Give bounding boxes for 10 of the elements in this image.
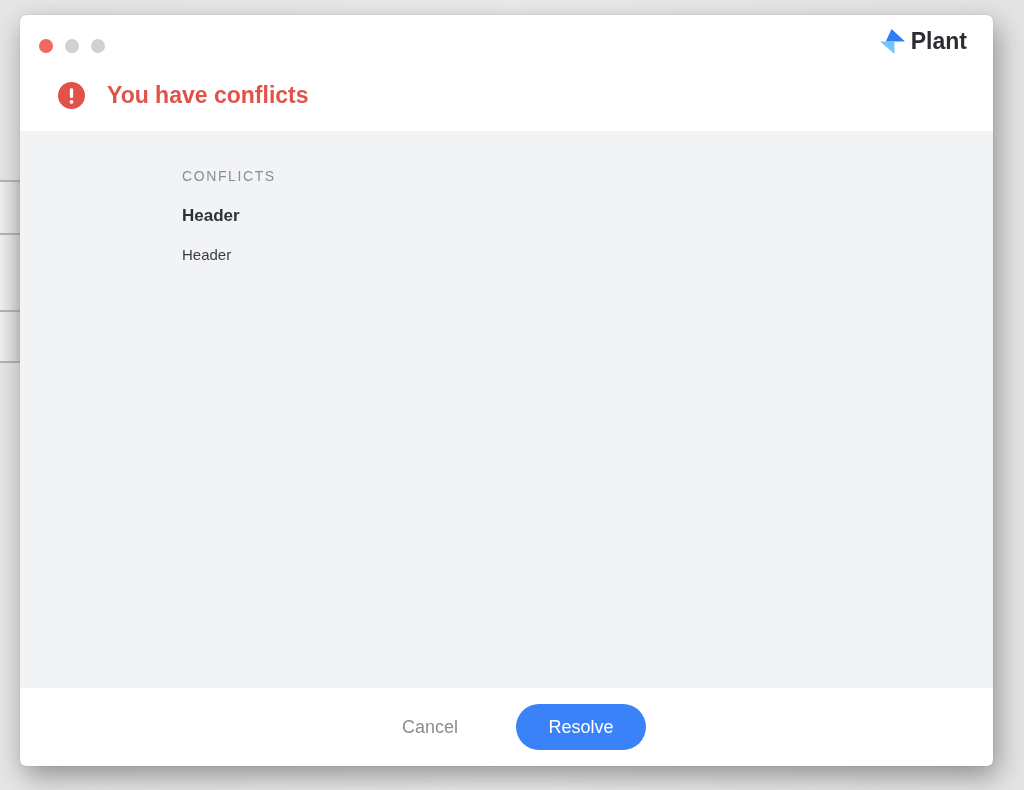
alert-icon bbox=[58, 81, 85, 109]
dialog-title: You have conflicts bbox=[107, 81, 309, 109]
conflict-title: Header bbox=[182, 205, 241, 227]
brand-name: Plant bbox=[910, 28, 967, 54]
conflict-detail: Header bbox=[182, 245, 233, 265]
logo-icon bbox=[879, 28, 905, 54]
resolve-button[interactable]: Resolve bbox=[516, 704, 646, 750]
section-heading: CONFLICTS bbox=[182, 167, 277, 185]
close-window-button[interactable] bbox=[39, 39, 53, 53]
cancel-button[interactable]: Cancel bbox=[402, 715, 458, 739]
